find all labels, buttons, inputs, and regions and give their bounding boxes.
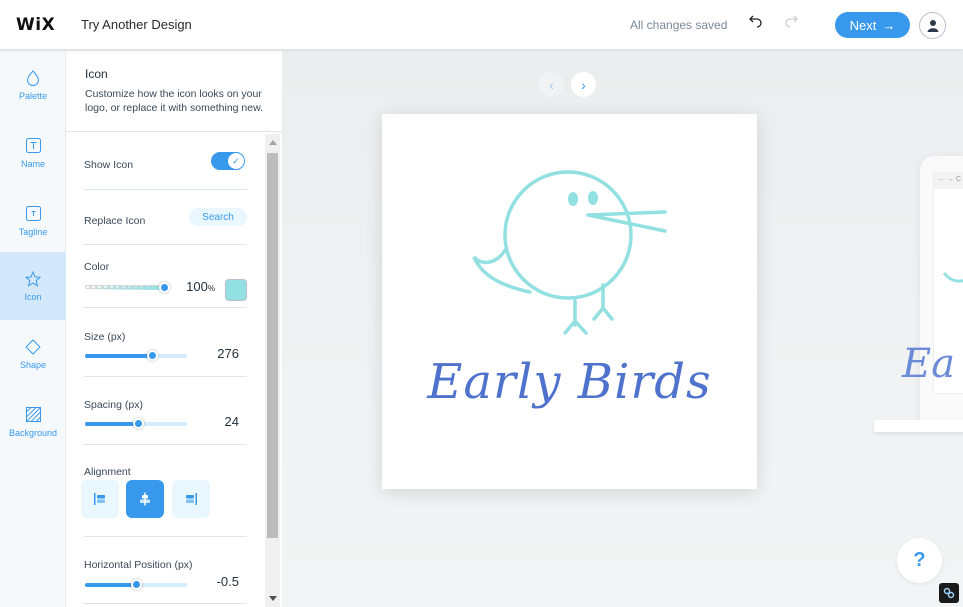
scroll-up-arrow-icon[interactable] bbox=[269, 140, 277, 145]
rail-label: Tagline bbox=[18, 226, 48, 237]
next-design-button[interactable]: › bbox=[571, 72, 596, 97]
spacing-row: Spacing (px) 24 bbox=[84, 395, 247, 445]
chevron-right-icon: › bbox=[581, 76, 586, 93]
logo-preview-card: Early Birds bbox=[382, 114, 757, 489]
help-button[interactable]: ? bbox=[897, 538, 942, 583]
color-row: Color 100% bbox=[84, 257, 247, 308]
left-rail: Palette Name Tagline Icon Shape Backgrou… bbox=[0, 51, 66, 607]
color-swatch[interactable] bbox=[225, 279, 247, 301]
horizontal-position-slider-thumb[interactable] bbox=[131, 579, 142, 590]
bird-wing-preview-icon bbox=[942, 272, 963, 283]
horizontal-position-label: Horizontal Position (px) bbox=[84, 559, 193, 571]
scroll-thumb[interactable] bbox=[267, 153, 278, 538]
checkmark-icon: ✓ bbox=[228, 153, 244, 169]
rail-item-shape[interactable]: Shape bbox=[0, 320, 66, 388]
save-status: All changes saved bbox=[630, 18, 728, 32]
spacing-slider-fill bbox=[85, 422, 139, 426]
laptop-base bbox=[874, 420, 963, 432]
align-center-button[interactable] bbox=[126, 480, 164, 518]
panel-title: Icon bbox=[85, 67, 108, 81]
panel-scrollbar[interactable] bbox=[265, 134, 280, 607]
spacing-value: 24 bbox=[224, 414, 239, 429]
text-box-icon bbox=[25, 138, 41, 154]
rail-item-tagline[interactable]: Tagline bbox=[0, 187, 66, 255]
spacing-slider-thumb[interactable] bbox=[133, 418, 145, 429]
opacity-slider-fill bbox=[86, 286, 164, 290]
align-right-button[interactable] bbox=[172, 480, 210, 518]
icon-settings-panel: Icon Customize how the icon looks on you… bbox=[66, 51, 282, 607]
size-slider[interactable] bbox=[85, 350, 187, 361]
spacing-slider[interactable] bbox=[85, 418, 187, 429]
align-left-icon bbox=[94, 493, 105, 505]
undo-icon bbox=[749, 15, 762, 28]
droplet-icon bbox=[25, 69, 41, 86]
show-icon-label: Show Icon bbox=[84, 159, 134, 171]
rail-label: Palette bbox=[18, 90, 48, 101]
arrow-right-icon: → bbox=[882, 17, 896, 33]
previous-design-button[interactable]: ‹ bbox=[539, 72, 564, 97]
panel-description: Customize how the icon looks on your log… bbox=[85, 88, 264, 114]
browser-bar: ← → C bbox=[934, 173, 963, 189]
size-slider-thumb[interactable] bbox=[147, 350, 159, 361]
align-center-icon bbox=[140, 492, 150, 506]
link-button[interactable] bbox=[939, 583, 959, 603]
rail-item-background[interactable]: Background bbox=[0, 388, 66, 456]
color-label: Color bbox=[84, 261, 110, 273]
replace-icon-label: Replace Icon bbox=[84, 215, 146, 227]
diamond-icon bbox=[25, 339, 41, 355]
logo-brand-name[interactable]: Early Birds bbox=[382, 354, 757, 410]
chevron-left-icon: ‹ bbox=[549, 76, 554, 93]
opacity-unit: % bbox=[207, 284, 215, 293]
redo-icon bbox=[785, 15, 798, 28]
horizontal-position-slider[interactable] bbox=[85, 579, 187, 590]
opacity-slider[interactable] bbox=[85, 282, 170, 293]
replace-icon-row: Replace Icon Search bbox=[84, 208, 247, 245]
rail-label: Icon bbox=[24, 291, 42, 302]
link-chain-icon bbox=[943, 587, 955, 599]
horizontal-position-value: -0.5 bbox=[216, 574, 239, 589]
panel-header: Icon Customize how the icon looks on you… bbox=[66, 51, 282, 132]
question-mark-icon: ? bbox=[913, 549, 926, 571]
account-button[interactable] bbox=[919, 12, 946, 39]
rail-label: Name bbox=[20, 158, 45, 169]
rail-label: Background bbox=[8, 427, 58, 438]
opacity-slider-thumb[interactable] bbox=[159, 282, 170, 293]
wix-logo[interactable]: WiX bbox=[16, 15, 55, 35]
opacity-value: 100% bbox=[186, 279, 215, 294]
horizontal-position-slider-fill bbox=[85, 583, 136, 587]
star-icon bbox=[25, 270, 41, 287]
opacity-number: 100 bbox=[186, 279, 208, 294]
rail-label: Shape bbox=[19, 359, 47, 370]
size-row: Size (px) 276 bbox=[84, 327, 247, 377]
undo-button[interactable] bbox=[747, 14, 765, 34]
size-label: Size (px) bbox=[84, 331, 126, 343]
top-bar: WiX Try Another Design All changes saved… bbox=[0, 0, 963, 50]
hatched-square-icon bbox=[25, 407, 41, 423]
bird-logo-icon bbox=[472, 170, 667, 335]
size-value: 276 bbox=[217, 346, 239, 361]
search-icon-button[interactable]: Search bbox=[189, 208, 247, 226]
next-button[interactable]: Next → bbox=[835, 12, 910, 38]
alignment-label: Alignment bbox=[84, 466, 131, 478]
rail-item-icon[interactable]: Icon bbox=[0, 252, 66, 320]
align-left-button[interactable] bbox=[81, 480, 119, 518]
next-label: Next bbox=[849, 17, 877, 33]
try-another-design-link[interactable]: Try Another Design bbox=[81, 17, 192, 32]
rail-item-palette[interactable]: Palette bbox=[0, 51, 66, 119]
preview-stage: ‹ › Early Birds ← → C Ea ? bbox=[282, 51, 963, 607]
redo-button[interactable] bbox=[782, 14, 800, 34]
small-text-box-icon bbox=[25, 206, 41, 222]
horizontal-position-row: Horizontal Position (px) -0.5 bbox=[84, 555, 247, 604]
alignment-row: Alignment bbox=[81, 462, 247, 537]
rail-item-name[interactable]: Name bbox=[0, 119, 66, 187]
show-icon-row: Show Icon ✓ bbox=[84, 152, 247, 190]
scroll-down-arrow-icon[interactable] bbox=[269, 596, 277, 601]
size-slider-fill bbox=[85, 354, 153, 358]
laptop-preview-text: Ea bbox=[902, 341, 956, 387]
align-right-icon bbox=[186, 493, 197, 505]
user-icon bbox=[927, 20, 938, 32]
show-icon-toggle[interactable]: ✓ bbox=[211, 152, 245, 170]
spacing-label: Spacing (px) bbox=[84, 399, 143, 411]
